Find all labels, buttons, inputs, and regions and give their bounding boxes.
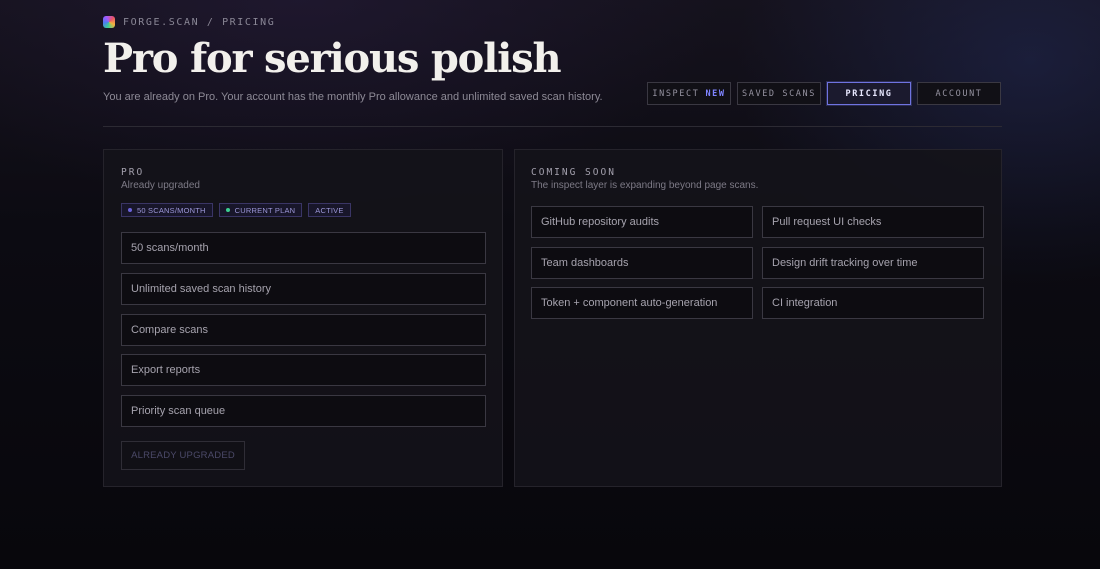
breadcrumb-text: FORGE.SCAN / PRICING	[123, 16, 276, 28]
active-badge-label: ACTIVE	[315, 205, 344, 215]
feature-item: Compare scans	[121, 314, 486, 346]
already-upgraded-button[interactable]: ALREADY UPGRADED	[121, 441, 245, 470]
nav-pricing[interactable]: PRICING	[827, 82, 911, 105]
feature-item: 50 scans/month	[121, 232, 486, 264]
nav-pricing-label: PRICING	[845, 88, 893, 99]
roadmap-item: Team dashboards	[531, 247, 753, 279]
scans-badge: 50 SCANS/MONTH	[121, 203, 213, 217]
nav-inspect[interactable]: INSPECT NEW	[647, 82, 731, 105]
pro-status: Already upgraded	[121, 180, 200, 191]
current-plan-badge-label: CURRENT PLAN	[234, 205, 296, 215]
breadcrumb: FORGE.SCAN / PRICING	[103, 15, 275, 29]
nav-account-label: ACCOUNT	[935, 88, 983, 99]
pro-plan-panel: PRO Already upgraded 50 SCANS/MONTH CURR…	[103, 149, 503, 487]
header-divider	[103, 126, 1002, 127]
active-badge: ACTIVE	[308, 203, 351, 217]
nav-saved-scans[interactable]: SAVED SCANS	[737, 82, 821, 105]
pro-eyebrow: PRO	[121, 167, 145, 178]
forge-logo-icon	[103, 16, 115, 28]
nav-inspect-label: INSPECT	[652, 88, 700, 99]
page-title: Pro for serious polish	[103, 35, 562, 82]
coming-soon-description: The inspect layer is expanding beyond pa…	[531, 180, 759, 191]
new-badge: NEW	[705, 88, 726, 99]
nav-account[interactable]: ACCOUNT	[917, 82, 1001, 105]
plan-badges: 50 SCANS/MONTH CURRENT PLAN ACTIVE	[121, 203, 351, 217]
roadmap-item: Pull request UI checks	[762, 206, 984, 238]
nav-saved-scans-label: SAVED SCANS	[742, 88, 816, 99]
badge-dot-icon	[225, 208, 230, 212]
roadmap-item: GitHub repository audits	[531, 206, 753, 238]
current-plan-badge: CURRENT PLAN	[218, 203, 303, 217]
roadmap-item: CI integration	[762, 287, 984, 319]
roadmap-item: Design drift tracking over time	[762, 247, 984, 279]
scans-badge-label: 50 SCANS/MONTH	[137, 205, 206, 215]
feature-item: Export reports	[121, 354, 486, 386]
page-subtitle: You are already on Pro. Your account has…	[103, 91, 603, 103]
roadmap-item: Token + component auto-generation	[531, 287, 753, 319]
badge-dot-icon	[128, 208, 132, 212]
feature-item: Unlimited saved scan history	[121, 273, 486, 305]
feature-item: Priority scan queue	[121, 395, 486, 427]
coming-soon-panel: COMING SOON The inspect layer is expandi…	[514, 149, 1002, 487]
coming-soon-eyebrow: COMING SOON	[531, 167, 616, 178]
